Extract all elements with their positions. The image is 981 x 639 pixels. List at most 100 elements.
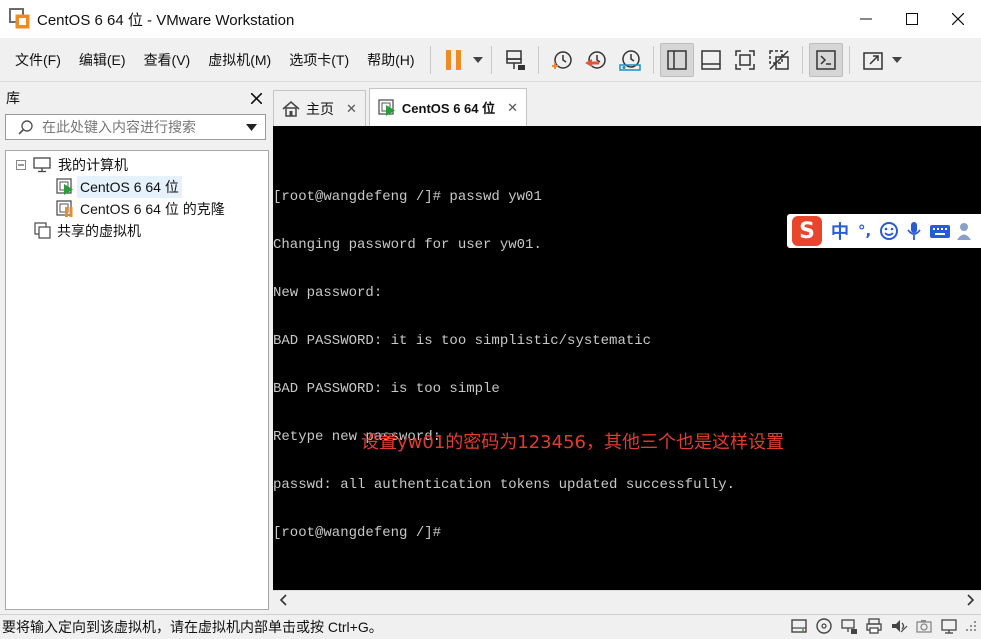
tab-close-icon[interactable]: ✕ [346,101,357,117]
tree-label: 我的计算机 [58,157,128,173]
camera-icon[interactable] [915,617,933,635]
keyboard-icon[interactable] [929,223,951,239]
full-screen-icon [734,49,755,70]
menu-edit[interactable]: 编辑(E) [70,38,135,82]
revert-snapshot-button[interactable] [579,43,613,77]
library-tree: 我的计算机 CentOS 6 64 位 CentOS 6 64 位 的克隆 共享… [5,150,269,610]
tab-close-icon[interactable]: ✕ [507,100,518,116]
snapshot-manager-icon [618,49,641,71]
ime-mode-toggle[interactable]: 中 [831,218,849,244]
revert-clock-icon [584,50,606,69]
terminal-line: [root@wangdefeng /]# passwd yw01 [273,189,542,205]
console-horizontal-scrollbar[interactable] [273,590,981,612]
toolbar-separator [652,45,654,74]
tree-label: 共享的虚拟机 [57,223,141,239]
ime-punctuation-toggle[interactable]: °, [858,222,871,240]
tab-label: CentOS 6 64 位 [401,101,496,116]
terminal-line: BAD PASSWORD: it is too simplistic/syste… [273,333,652,349]
library-header: 库 [0,84,270,112]
terminal-line: BAD PASSWORD: is too simple [273,381,500,397]
vmware-logo-icon [9,8,31,30]
hard-disk-icon[interactable] [790,617,808,635]
scroll-left-icon[interactable] [279,594,287,609]
menu-toolbar: 文件(F) 编辑(E) 查看(V) 虚拟机(M) 选项卡(T) 帮助(H) [0,38,981,82]
toolbar-separator [848,45,850,74]
toolbar-separator [490,45,492,74]
library-search-input[interactable] [42,116,238,138]
show-library-button[interactable] [659,42,694,77]
home-icon [282,100,300,117]
computer-icon [33,157,51,173]
tree-label: CentOS 6 64 位 的克隆 [80,201,225,217]
tab-bar: 主页 ✕ CentOS 6 64 位 ✕ [273,88,530,126]
tab-home[interactable]: 主页 ✕ [273,90,366,126]
library-close-icon[interactable] [251,92,262,104]
close-icon [952,13,964,25]
resize-grip-icon[interactable] [965,620,977,632]
printer-icon[interactable] [865,617,883,635]
library-title: 库 [6,90,20,106]
terminal-line: New password: [273,285,383,301]
network-send-icon [505,49,525,70]
sound-card-icon[interactable] [890,617,908,635]
unity-button[interactable] [762,43,796,77]
status-message: 要将输入定向到该虚拟机，请在虚拟机内部单击或按 Ctrl+G。 [2,619,383,635]
display-icon[interactable] [940,617,958,635]
tree-item-my-computer[interactable]: 我的计算机 [6,154,268,176]
toolbar-separator [801,45,803,74]
maximize-button[interactable] [889,0,935,38]
full-screen-button[interactable] [728,43,762,77]
console-view-button[interactable] [808,42,843,77]
menu-vm[interactable]: 虚拟机(M) [199,38,280,82]
minimize-icon [860,18,872,20]
tree-item-shared-vms[interactable]: 共享的虚拟机 [6,220,268,242]
menu-file[interactable]: 文件(F) [6,38,70,82]
terminal-line: passwd: all authentication tokens update… [273,477,736,493]
microphone-icon[interactable] [906,221,922,241]
paused-vm-icon [56,200,74,218]
menu-help[interactable]: 帮助(H) [358,38,423,82]
scroll-right-icon[interactable] [967,594,975,609]
library-panel: 库 我的计算机 [0,84,270,612]
tree-item-vm-centos-clone[interactable]: CentOS 6 64 位 的克隆 [6,198,268,220]
emoji-icon[interactable] [879,221,899,241]
library-search-box [5,114,266,140]
title-bar: CentOS 6 64 位 - VMware Workstation [0,0,981,38]
tree-item-vm-centos[interactable]: CentOS 6 64 位 [6,176,268,198]
library-layout-icon [666,49,687,70]
network-adapter-icon[interactable] [840,617,858,635]
sogou-logo-icon[interactable]: S [792,216,822,246]
thumbnail-layout-icon [700,49,721,70]
stretch-dropdown[interactable] [890,43,904,77]
tab-label: 主页 [306,100,334,117]
user-icon[interactable] [957,222,972,240]
power-dropdown[interactable] [471,43,485,77]
status-bar: 要将输入定向到该虚拟机，请在虚拟机内部单击或按 Ctrl+G。 [0,614,981,639]
send-ctrl-alt-del-button[interactable] [498,43,532,77]
terminal-output: [root@wangdefeng /]# passwd yw01 Changin… [273,157,735,573]
thumbnail-bar-button[interactable] [694,43,728,77]
toolbar-separator [429,45,431,74]
tab-centos-vm[interactable]: CentOS 6 64 位 ✕ [368,88,528,126]
tree-label: CentOS 6 64 位 [77,176,182,198]
annotation-text: 设置yw01的密码为123456，其他三个也是这样设置 [361,432,784,453]
take-snapshot-button[interactable] [545,43,579,77]
snapshot-manager-button[interactable] [613,43,647,77]
cd-dvd-icon[interactable] [815,617,833,635]
stretch-button[interactable] [856,43,890,77]
window-title: CentOS 6 64 位 - VMware Workstation [37,11,295,29]
close-button[interactable] [935,0,981,38]
ime-toolbar: S 中 °, [787,214,981,248]
search-icon [18,119,34,135]
menu-view[interactable]: 查看(V) [135,38,200,82]
vm-console[interactable]: [root@wangdefeng /]# passwd yw01 Changin… [273,126,981,590]
pause-button[interactable] [437,43,471,77]
search-dropdown-icon[interactable] [246,123,257,131]
window-controls [843,0,981,38]
collapse-toggle-icon[interactable] [16,160,26,170]
minimize-button[interactable] [843,0,889,38]
shared-vm-icon [34,222,52,240]
menu-tabs[interactable]: 选项卡(T) [280,38,358,82]
terminal-line: Changing password for user yw01. [273,237,542,253]
terminal-icon [815,49,836,70]
